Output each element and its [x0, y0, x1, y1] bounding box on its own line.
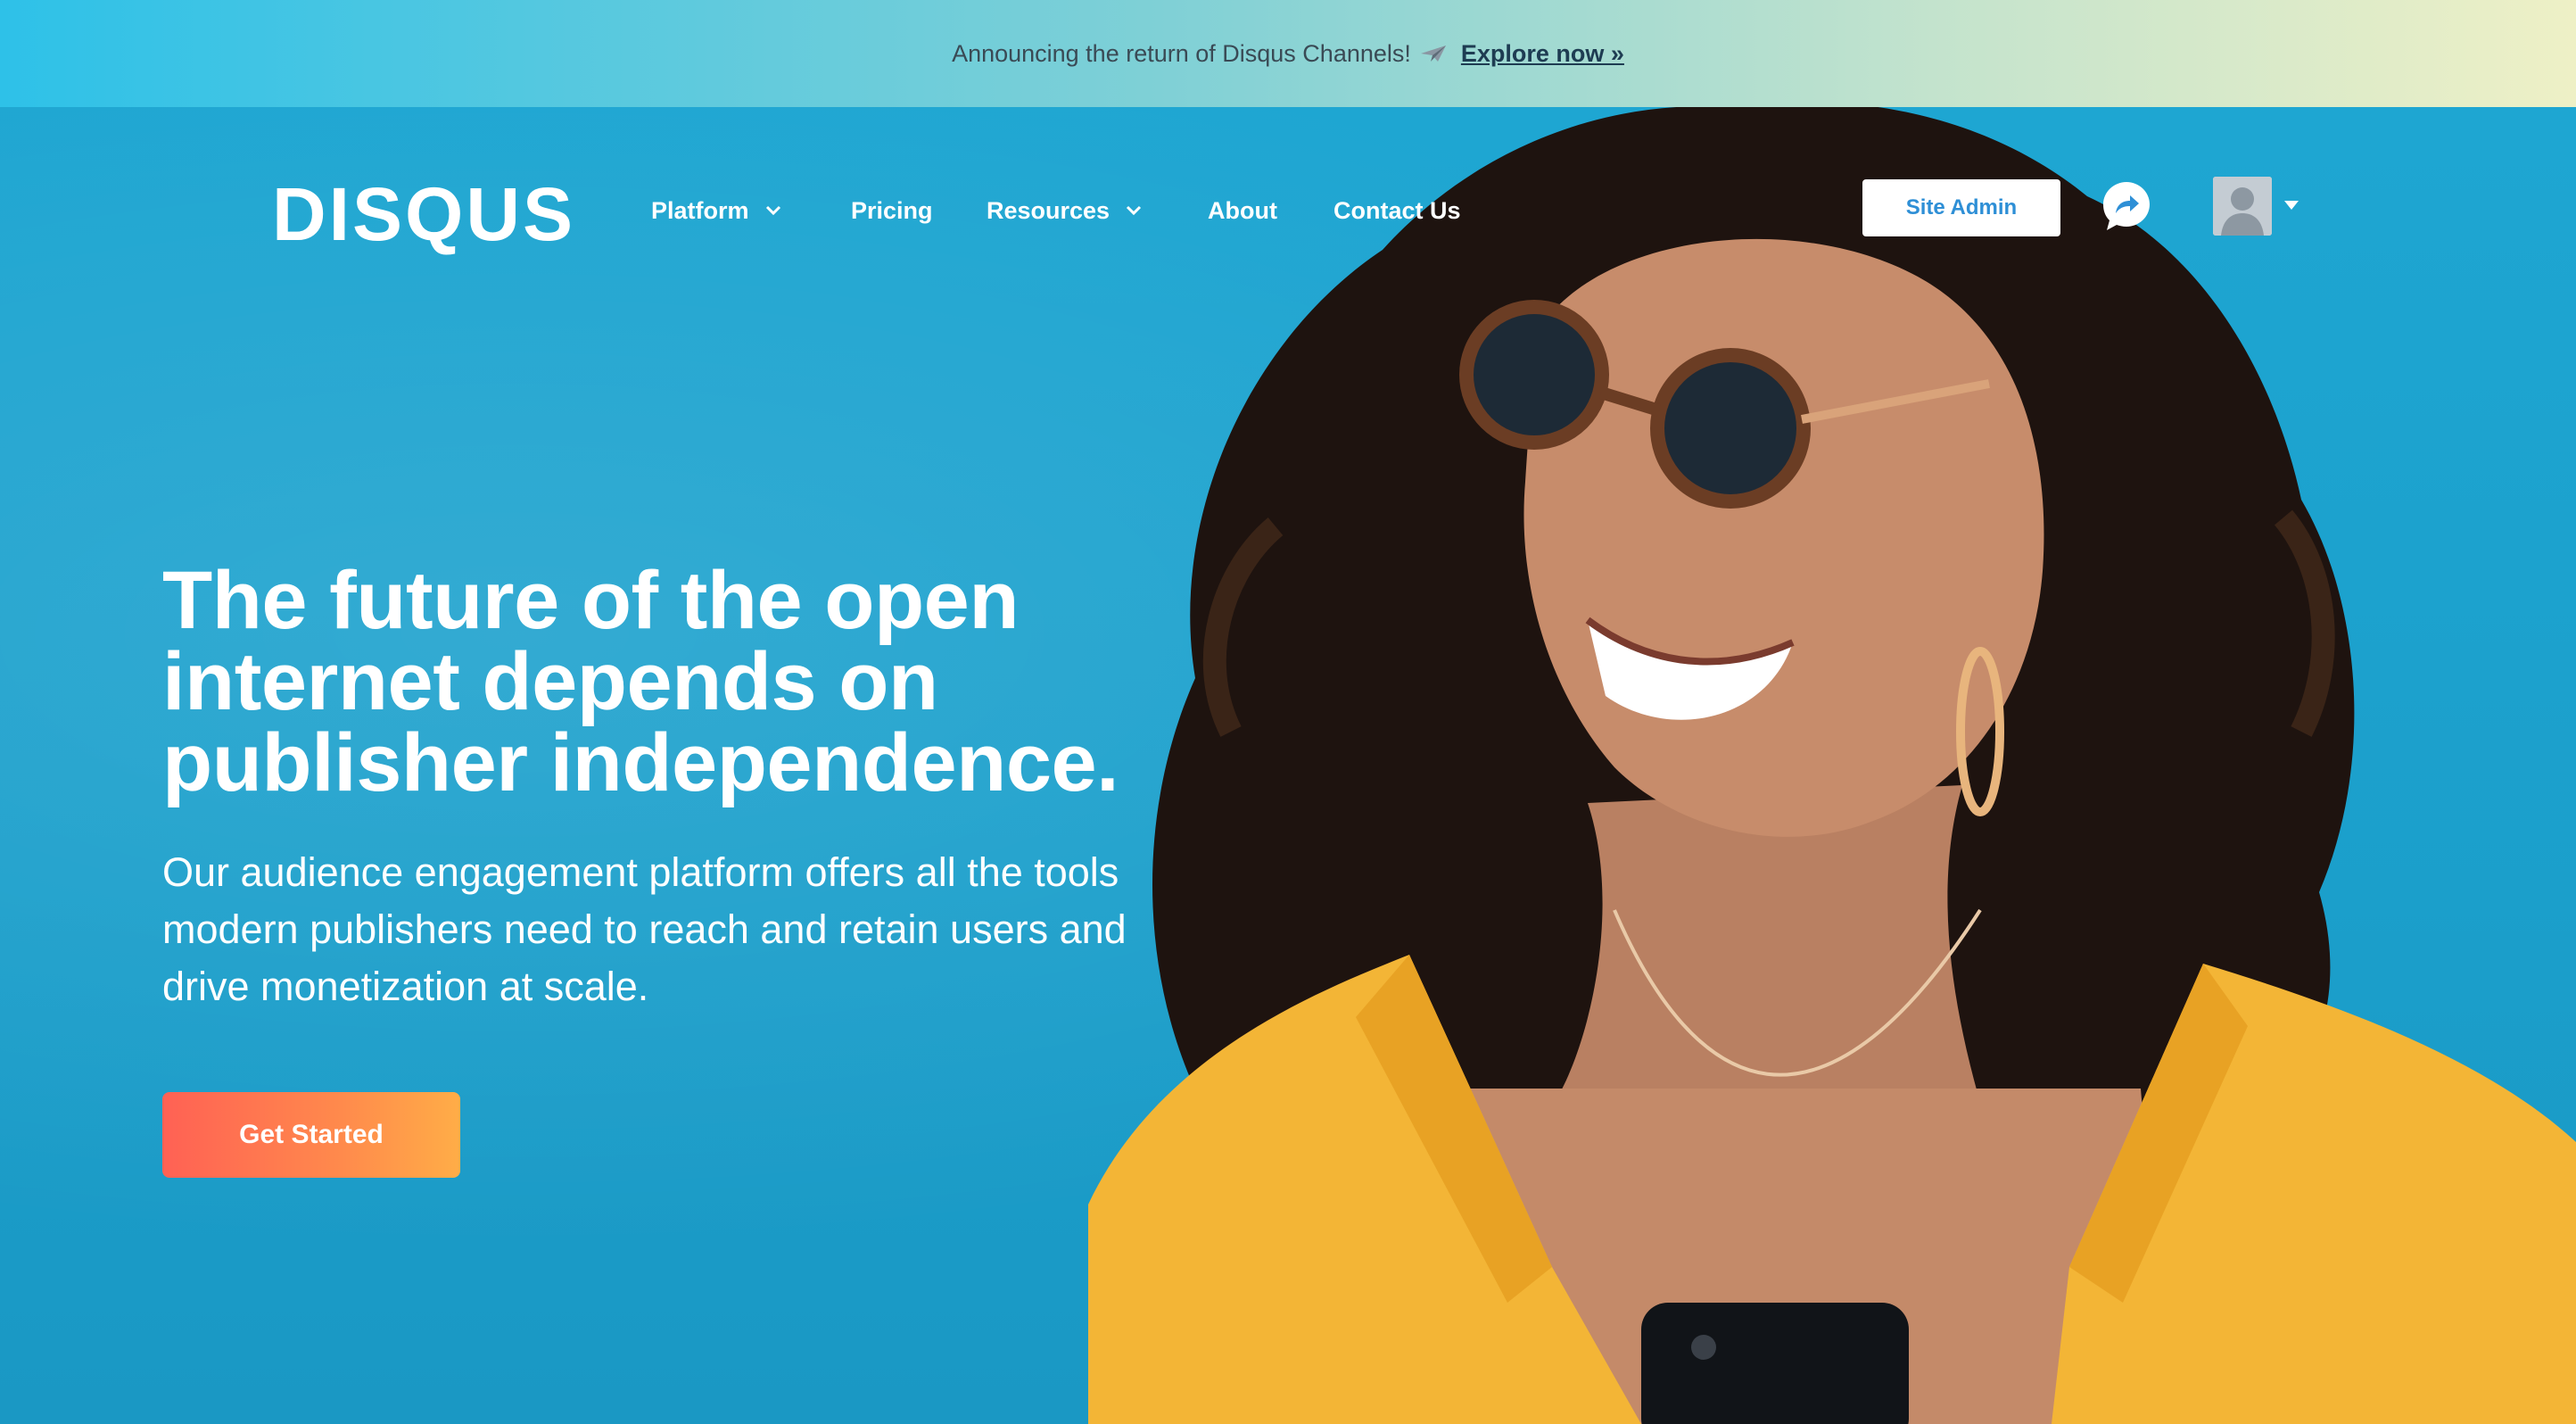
- nav-item-label: Contact Us: [1333, 197, 1461, 224]
- avatar-icon: [2213, 177, 2272, 236]
- nav-item-label: About: [1208, 197, 1277, 224]
- hero-headline: The future of the open internet depends …: [162, 555, 1119, 808]
- share-arrow-icon[interactable]: [2101, 180, 2151, 232]
- nav-item-resources[interactable]: Resources: [987, 193, 1142, 228]
- chevron-down-icon: [765, 205, 780, 216]
- caret-down-icon[interactable]: [2283, 200, 2299, 211]
- nav-item-contact-us[interactable]: Contact Us: [1333, 193, 1461, 228]
- announcement-text: Announcing the return of Disqus Channels…: [952, 39, 1411, 67]
- announcement-bar: Announcing the return of Disqus Channels…: [0, 0, 2576, 107]
- top-navigation: DISQUS Platform Pricing Resources About …: [0, 107, 2576, 312]
- nav-item-platform[interactable]: Platform: [651, 193, 781, 228]
- get-started-button[interactable]: Get Started: [162, 1092, 460, 1178]
- chevron-down-icon: [1127, 205, 1142, 216]
- nav-item-pricing[interactable]: Pricing: [851, 193, 933, 228]
- nav-item-label: Platform: [651, 197, 749, 224]
- nav-item-label: Pricing: [851, 197, 933, 224]
- paper-plane-icon: [1420, 46, 1446, 62]
- explore-now-link[interactable]: Explore now »: [1461, 40, 1624, 68]
- nav-item-label: Resources: [987, 197, 1110, 224]
- nav-item-about[interactable]: About: [1208, 193, 1277, 228]
- site-admin-button[interactable]: Site Admin: [1862, 179, 2060, 236]
- avatar[interactable]: [2213, 177, 2272, 236]
- hero-subcopy: Our audience engagement platform offers …: [162, 849, 1127, 1009]
- disqus-logo[interactable]: DISQUS: [272, 171, 575, 257]
